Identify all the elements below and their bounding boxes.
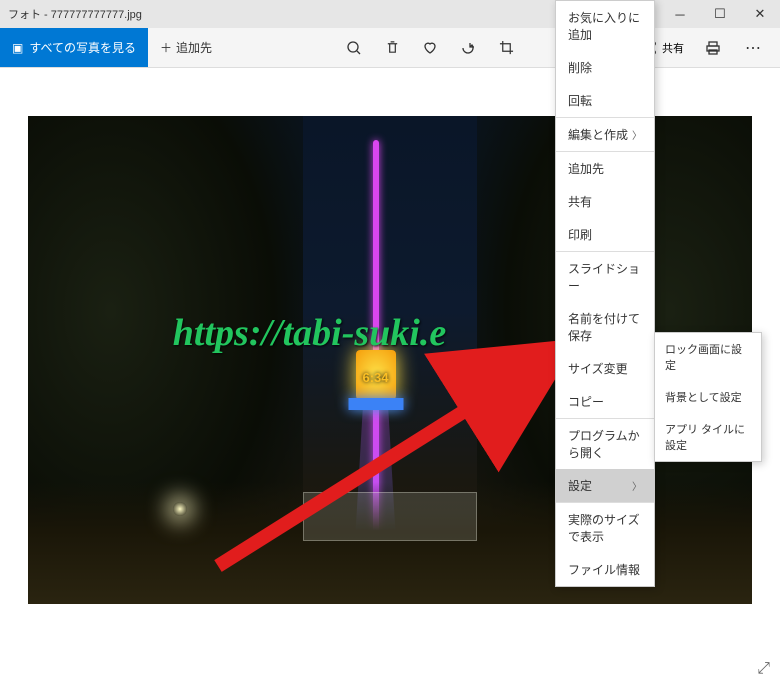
ctx-add-to[interactable]: 追加先	[556, 152, 654, 185]
photo-icon: ▣	[12, 41, 23, 55]
all-photos-label: すべての写真を見る	[29, 39, 136, 56]
close-button[interactable]: ✕	[740, 0, 780, 28]
resize-handle-icon[interactable]: ⤢	[757, 660, 770, 678]
ctx-edit-create[interactable]: 編集と作成〉	[556, 118, 654, 151]
tower-clock: 6:34	[363, 370, 389, 385]
ctx-favorite[interactable]: お気に入りに追加	[556, 1, 654, 51]
ctx-file-info[interactable]: ファイル情報	[556, 553, 654, 586]
toolbar: ▣ すべての写真を見る ＋ 追加先 共有 ⋯	[0, 28, 780, 68]
ctx-settings[interactable]: 設定〉	[556, 469, 654, 502]
window-controls: ─ ☐ ✕	[660, 0, 780, 28]
all-photos-button[interactable]: ▣ すべての写真を見る	[0, 28, 148, 67]
maximize-button[interactable]: ☐	[700, 0, 740, 28]
add-to-button[interactable]: ＋ 追加先	[148, 39, 224, 56]
print-icon[interactable]	[694, 40, 732, 56]
ctx-share[interactable]: 共有	[556, 185, 654, 218]
sub-lock-screen[interactable]: ロック画面に設定	[655, 333, 761, 381]
sub-app-tile[interactable]: アプリ タイルに設定	[655, 413, 761, 461]
context-menu: お気に入りに追加 削除 回転 編集と作成〉 追加先 共有 印刷 スライドショー …	[555, 0, 655, 587]
ctx-copy[interactable]: コピー	[556, 385, 654, 418]
ctx-save-as[interactable]: 名前を付けて保存	[556, 302, 654, 352]
watermark-text: https://tabi-suki.e	[173, 311, 446, 355]
scene-building	[303, 492, 477, 541]
minimize-button[interactable]: ─	[660, 0, 700, 28]
more-icon[interactable]: ⋯	[734, 38, 772, 58]
add-to-label: 追加先	[176, 39, 212, 56]
share-label: 共有	[662, 40, 684, 56]
window-title: フォト - 777777777777.jpg	[8, 6, 772, 22]
crop-icon[interactable]	[487, 28, 525, 67]
ctx-delete[interactable]: 削除	[556, 51, 654, 84]
ctx-rotate[interactable]: 回転	[556, 84, 654, 117]
zoom-icon[interactable]	[335, 28, 373, 67]
chevron-right-icon: 〉	[632, 127, 642, 142]
plus-icon: ＋	[160, 39, 172, 56]
ctx-resize[interactable]: サイズ変更	[556, 352, 654, 385]
favorite-icon[interactable]	[411, 28, 449, 67]
chevron-right-icon: 〉	[632, 478, 642, 493]
rotate-icon[interactable]	[449, 28, 487, 67]
delete-icon[interactable]	[373, 28, 411, 67]
sub-background[interactable]: 背景として設定	[655, 381, 761, 413]
scene-light	[173, 502, 187, 516]
ctx-actual-size[interactable]: 実際のサイズで表示	[556, 503, 654, 553]
ctx-print[interactable]: 印刷	[556, 218, 654, 251]
ctx-open-with[interactable]: プログラムから開く	[556, 419, 654, 469]
settings-submenu: ロック画面に設定 背景として設定 アプリ タイルに設定	[654, 332, 762, 462]
ctx-slideshow[interactable]: スライドショー	[556, 252, 654, 302]
